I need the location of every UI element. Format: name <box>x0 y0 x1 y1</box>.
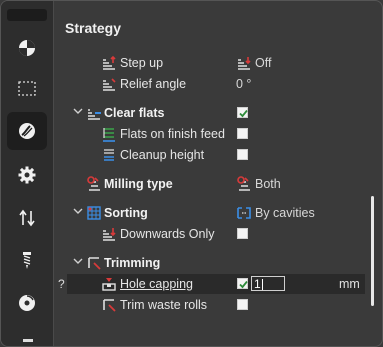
trim-waste-rolls-row[interactable]: Trim waste rolls <box>61 295 370 315</box>
hole-capping-value: 1 <box>254 277 261 291</box>
step-up-icon <box>103 55 116 70</box>
cleanup-height-icon <box>104 149 114 161</box>
step-up-value[interactable]: Off <box>255 56 271 70</box>
panel-title: Strategy <box>65 20 122 36</box>
step-up-label: Step up <box>120 56 164 70</box>
cleanup-height-row[interactable]: Cleanup height <box>61 145 370 165</box>
sort-arrows-icon[interactable] <box>7 199 47 237</box>
contrast-circle-icon[interactable] <box>7 29 47 67</box>
milling-both-icon <box>237 176 250 191</box>
relief-angle-value[interactable]: 0 ° <box>236 77 251 91</box>
flats-on-finish-feed-label: Flats on finish feed <box>120 127 225 141</box>
milling-type-icon <box>87 176 100 191</box>
hole-capping-value-input[interactable]: 1 <box>251 276 285 291</box>
downwards-only-icon <box>103 228 116 241</box>
hole-capping-checkbox[interactable] <box>237 278 248 289</box>
hole-capping-icon <box>102 278 116 291</box>
sorting-row[interactable]: Sorting By cavities <box>61 203 370 223</box>
milling-type-row[interactable]: Milling type Both <box>61 174 370 194</box>
clear-flats-icon <box>88 109 101 120</box>
sorting-icon <box>87 206 101 220</box>
sidebar-handle <box>7 9 47 21</box>
cleanup-height-checkbox[interactable] <box>237 149 248 160</box>
trimming-label: Trimming <box>104 256 161 270</box>
hole-capping-row[interactable]: Hole capping <box>61 274 370 294</box>
relief-angle-row[interactable]: Relief angle 0 ° <box>61 74 370 94</box>
cleanup-height-label: Cleanup height <box>120 148 205 162</box>
relief-angle-icon <box>103 78 116 91</box>
flats-on-finish-feed-checkbox[interactable] <box>237 128 248 139</box>
relief-angle-label: Relief angle <box>120 77 187 91</box>
step-up-row[interactable]: Step up Off <box>61 53 370 73</box>
clear-flats-checkbox[interactable] <box>237 107 248 118</box>
disc-icon[interactable] <box>7 284 47 322</box>
sorting-label: Sorting <box>104 206 148 220</box>
finish-feed-icon <box>103 128 115 142</box>
strategy-panel: Strategy Step up Off Relief angle 0 ° Cl <box>0 0 383 347</box>
by-cavities-icon <box>237 207 251 219</box>
downwards-only-checkbox[interactable] <box>237 228 248 239</box>
milling-type-label: Milling type <box>104 177 173 191</box>
chevron-down-icon[interactable] <box>73 106 83 116</box>
milling-type-value[interactable]: Both <box>255 177 281 191</box>
chevron-down-icon[interactable] <box>73 256 83 266</box>
trim-waste-rolls-icon <box>103 299 116 312</box>
trim-waste-rolls-checkbox[interactable] <box>237 299 248 310</box>
clear-flats-row[interactable]: Clear flats <box>61 103 370 123</box>
downwards-only-label: Downwards Only <box>120 227 215 241</box>
trim-waste-rolls-label: Trim waste rolls <box>120 298 208 312</box>
trimming-icon <box>88 257 101 270</box>
chevron-down-icon[interactable] <box>73 206 83 216</box>
flats-on-finish-feed-row[interactable]: Flats on finish feed <box>61 124 370 144</box>
sidebar-more-indicator <box>23 339 33 342</box>
gear-icon[interactable] <box>7 156 47 194</box>
sorting-value[interactable]: By cavities <box>255 206 315 220</box>
drill-bit-icon[interactable] <box>7 241 47 279</box>
step-off-icon <box>238 57 251 70</box>
hole-capping-label: Hole capping <box>120 277 193 291</box>
text-cursor <box>261 279 263 291</box>
trimming-row[interactable]: Trimming <box>61 253 370 273</box>
tool-path-icon[interactable] <box>7 112 47 150</box>
dashed-selection-box-icon[interactable] <box>7 69 47 107</box>
sidebar <box>1 1 54 346</box>
hole-capping-unit: mm <box>339 277 360 291</box>
clear-flats-label: Clear flats <box>104 106 165 120</box>
downwards-only-row[interactable]: Downwards Only <box>61 224 370 244</box>
vertical-scrollbar[interactable] <box>371 196 374 306</box>
